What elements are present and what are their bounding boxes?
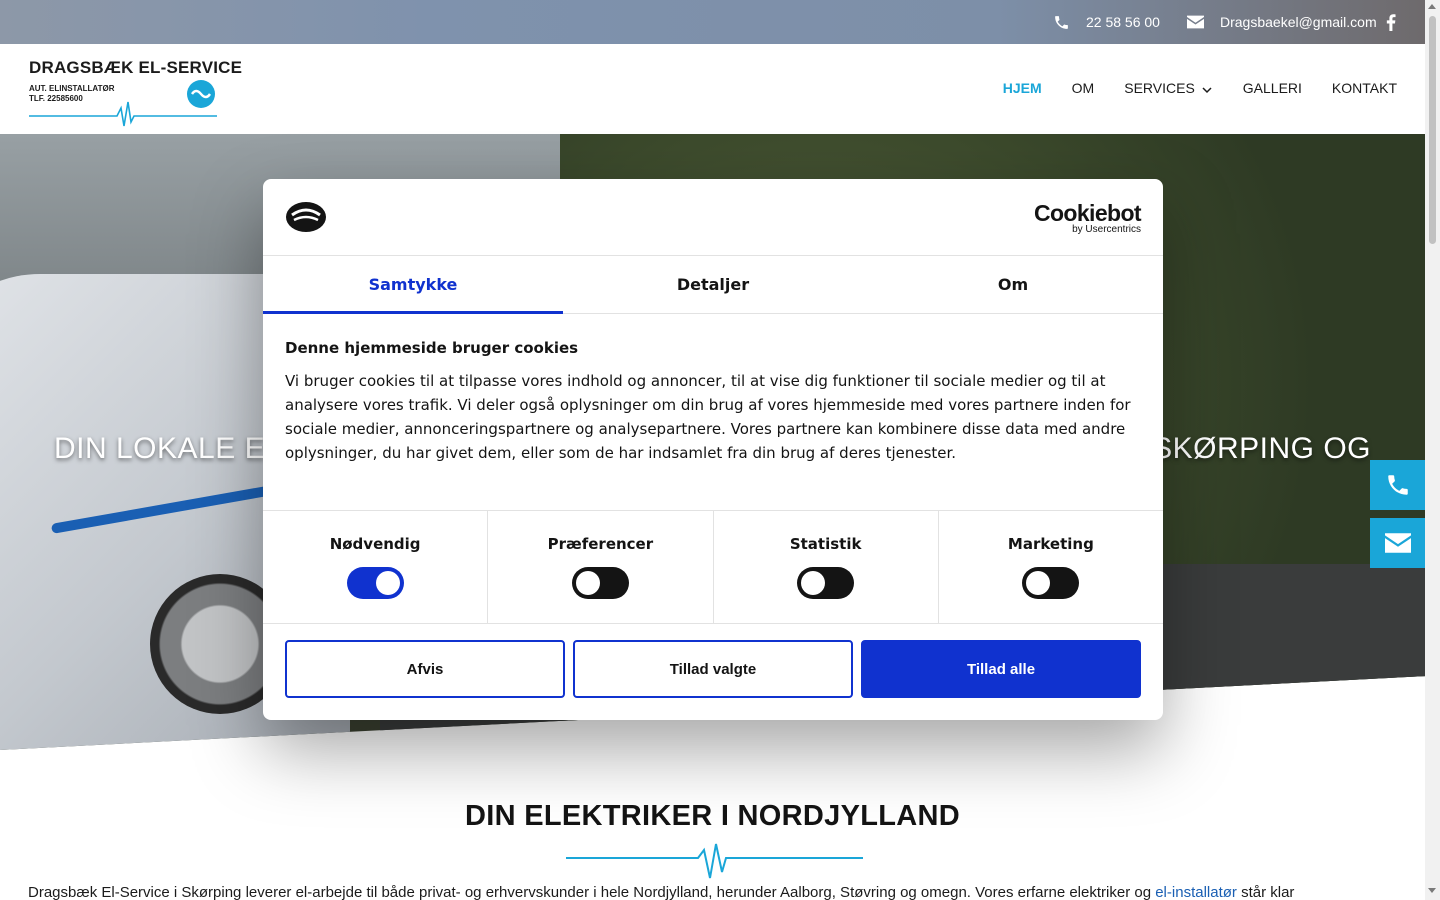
site-header: DRAGSBÆK EL-SERVICE AUT. ELINSTALLATØR T… — [0, 44, 1425, 134]
toggle-marketing[interactable] — [1022, 567, 1080, 599]
toggle-label: Statistik — [789, 535, 862, 553]
intro-text: Dragsbæk El-Service i Skørping leverer e… — [28, 884, 1156, 900]
toggle-knob — [575, 571, 600, 595]
envelope-icon — [1187, 15, 1204, 29]
chevron-down-icon — [1202, 86, 1212, 93]
allow-all-button[interactable]: Tillad alle — [861, 640, 1141, 698]
toggle-group-marketing: Marketing — [939, 511, 1163, 623]
site-logo[interactable]: DRAGSBÆK EL-SERVICE AUT. ELINSTALLATØR T… — [29, 58, 243, 128]
pulse-divider-icon — [566, 843, 863, 879]
nav-galleri[interactable]: GALLERI — [1243, 80, 1302, 96]
toggle-statistik[interactable] — [797, 567, 855, 599]
cookiebot-brand[interactable]: Cookiebot by Usercentrics — [1033, 200, 1142, 235]
intro-text-end: står klar — [1236, 884, 1295, 900]
phone-icon — [1055, 15, 1068, 29]
tab-om[interactable]: Om — [863, 256, 1163, 313]
toggle-knob — [801, 571, 826, 595]
topbar-email-text: Dragsbaekel@gmail.com — [1220, 14, 1377, 30]
decline-button[interactable]: Afvis — [285, 640, 565, 698]
cookie-body: Denne hjemmeside bruger cookies Vi bruge… — [285, 339, 1145, 465]
toggle-group-praeferencer: Præferencer — [488, 511, 714, 623]
topbar-phone[interactable]: 22 58 56 00 — [1053, 12, 1160, 32]
toggle-group-statistik: Statistik — [714, 511, 939, 623]
phone-icon — [1387, 475, 1408, 495]
nav-kontakt[interactable]: KONTAKT — [1332, 80, 1397, 96]
nav-services[interactable]: SERVICES — [1124, 80, 1213, 96]
brand-sub: by Usercentrics — [1072, 224, 1141, 235]
facebook-icon — [1386, 13, 1396, 31]
cookie-text: Vi bruger cookies til at tilpasse vores … — [285, 372, 1131, 462]
toggle-group-nodvendig: Nødvendig — [263, 511, 489, 623]
intro-paragraph: Dragsbæk El-Service i Skørping leverer e… — [28, 884, 1408, 900]
cookie-buttons: Afvis Tillad valgte Tillad alle — [285, 640, 1141, 698]
section-title: DIN ELEKTRIKER I NORDJYLLAND — [465, 800, 960, 832]
tab-detaljer[interactable]: Detaljer — [563, 256, 863, 313]
cookie-heading: Denne hjemmeside bruger cookies — [285, 339, 579, 357]
toggle-label: Præferencer — [547, 535, 654, 553]
toggle-praeferencer[interactable] — [571, 567, 629, 599]
logo-line1: AUT. ELINSTALLATØR — [29, 84, 115, 93]
cookiebot-logo-icon — [286, 202, 326, 232]
nav-hjem[interactable]: HJEM — [1003, 80, 1042, 96]
page-scrollbar[interactable] — [1425, 0, 1440, 900]
logo-pulse-icon — [29, 101, 217, 127]
scroll-down-icon[interactable] — [1428, 888, 1436, 893]
toggle-knob — [375, 571, 400, 595]
envelope-icon — [1384, 533, 1411, 553]
topbar-email[interactable]: Dragsbaekel@gmail.com — [1187, 12, 1377, 32]
toggle-label: Nødvendig — [329, 535, 421, 553]
scrollbar-thumb[interactable] — [1429, 16, 1436, 244]
side-call-button[interactable] — [1370, 460, 1425, 510]
main-nav: HJEM OM SERVICES GALLERI KONTAKT — [1003, 80, 1397, 96]
cookie-consent-dialog: Cookiebot by Usercentrics Samtykke Detal… — [263, 179, 1163, 720]
scroll-up-icon[interactable] — [1428, 4, 1436, 9]
toggle-label: Marketing — [1007, 535, 1094, 553]
allow-selected-button[interactable]: Tillad valgte — [573, 640, 853, 698]
cookie-dialog-header: Cookiebot by Usercentrics — [263, 179, 1163, 256]
cookie-tabs: Samtykke Detaljer Om — [263, 256, 1163, 314]
logo-name: DRAGSBÆK EL-SERVICE — [29, 58, 243, 77]
nav-om[interactable]: OM — [1072, 80, 1095, 96]
topbar-phone-text: 22 58 56 00 — [1086, 14, 1160, 30]
toggle-knob — [1026, 571, 1051, 595]
brand-name: Cookiebot — [1033, 200, 1142, 226]
top-bar: 22 58 56 00 Dragsbaekel@gmail.com — [0, 0, 1425, 44]
side-mail-button[interactable] — [1370, 518, 1425, 568]
nav-services-label: SERVICES — [1124, 80, 1195, 96]
el-installator-link[interactable]: el-installatør — [1155, 884, 1237, 900]
facebook-link[interactable] — [1386, 12, 1396, 32]
toggle-nodvendig[interactable] — [346, 567, 404, 599]
tab-samtykke[interactable]: Samtykke — [263, 256, 563, 314]
cookie-toggles: Nødvendig Præferencer Statistik Marketin… — [263, 510, 1163, 624]
